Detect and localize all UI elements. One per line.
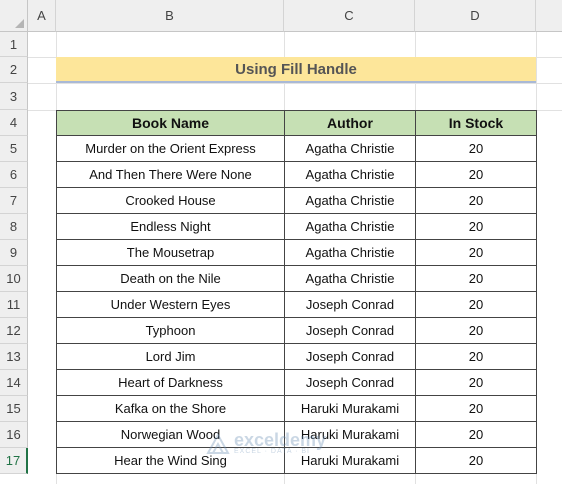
in-stock-cell[interactable]: 20 bbox=[415, 317, 537, 344]
column-header-e[interactable] bbox=[536, 0, 562, 32]
book-name-cell[interactable]: Under Western Eyes bbox=[56, 291, 285, 318]
row-header-1[interactable]: 1 bbox=[0, 32, 28, 57]
column-header-b[interactable]: B bbox=[56, 0, 284, 32]
table-row: The Mousetrap Agatha Christie 20 bbox=[56, 239, 537, 266]
row-header-4[interactable]: 4 bbox=[0, 110, 28, 136]
row-header-10[interactable]: 10 bbox=[0, 266, 28, 292]
table-header-row: Book Name Author In Stock bbox=[56, 110, 537, 136]
row-header-15[interactable]: 15 bbox=[0, 396, 28, 422]
in-stock-cell[interactable]: 20 bbox=[415, 265, 537, 292]
row-header-6[interactable]: 6 bbox=[0, 162, 28, 188]
book-name-cell[interactable]: Death on the Nile bbox=[56, 265, 285, 292]
author-cell[interactable]: Agatha Christie bbox=[284, 135, 416, 162]
author-cell[interactable]: Agatha Christie bbox=[284, 213, 416, 240]
row-header-9[interactable]: 9 bbox=[0, 240, 28, 266]
table-row: Kafka on the Shore Haruki Murakami 20 bbox=[56, 395, 537, 422]
book-name-cell[interactable]: Murder on the Orient Express bbox=[56, 135, 285, 162]
author-cell[interactable]: Agatha Christie bbox=[284, 265, 416, 292]
in-stock-cell[interactable]: 20 bbox=[415, 213, 537, 240]
sheet-title[interactable]: Using Fill Handle bbox=[56, 57, 536, 83]
table-row: Hear the Wind Sing Haruki Murakami 20 bbox=[56, 447, 537, 474]
column-header-a[interactable]: A bbox=[28, 0, 56, 32]
row-header-16[interactable]: 16 bbox=[0, 422, 28, 448]
author-cell[interactable]: Joseph Conrad bbox=[284, 343, 416, 370]
row-header-3[interactable]: 3 bbox=[0, 83, 28, 110]
header-in-stock[interactable]: In Stock bbox=[415, 110, 537, 136]
author-cell[interactable]: Haruki Murakami bbox=[284, 447, 416, 474]
author-cell[interactable]: Agatha Christie bbox=[284, 187, 416, 214]
author-cell[interactable]: Haruki Murakami bbox=[284, 421, 416, 448]
table-row: Murder on the Orient Express Agatha Chris… bbox=[56, 135, 537, 162]
table-row: Lord Jim Joseph Conrad 20 bbox=[56, 343, 537, 370]
author-cell[interactable]: Joseph Conrad bbox=[284, 291, 416, 318]
table-row: Typhoon Joseph Conrad 20 bbox=[56, 317, 537, 344]
row-header-5[interactable]: 5 bbox=[0, 136, 28, 162]
row-header-12[interactable]: 12 bbox=[0, 318, 28, 344]
column-header-c[interactable]: C bbox=[284, 0, 415, 32]
in-stock-cell[interactable]: 20 bbox=[415, 343, 537, 370]
in-stock-cell[interactable]: 20 bbox=[415, 447, 537, 474]
book-name-cell[interactable]: Typhoon bbox=[56, 317, 285, 344]
author-cell[interactable]: Agatha Christie bbox=[284, 161, 416, 188]
spreadsheet: A B C D 1 2 3 4 5 6 7 8 9 10 11 12 13 14 15 16 17 Using … bbox=[0, 0, 562, 484]
book-name-cell[interactable]: Lord Jim bbox=[56, 343, 285, 370]
book-name-cell[interactable]: Hear the Wind Sing bbox=[56, 447, 285, 474]
header-book-name[interactable]: Book Name bbox=[56, 110, 285, 136]
table-row: Death on the Nile Agatha Christie 20 bbox=[56, 265, 537, 292]
row-header-8[interactable]: 8 bbox=[0, 214, 28, 240]
book-name-cell[interactable]: Norwegian Wood bbox=[56, 421, 285, 448]
in-stock-cell[interactable]: 20 bbox=[415, 239, 537, 266]
row-header-17[interactable]: 17 bbox=[0, 448, 28, 474]
table-row: Endless Night Agatha Christie 20 bbox=[56, 213, 537, 240]
select-all-corner[interactable] bbox=[0, 0, 28, 32]
in-stock-cell[interactable]: 20 bbox=[415, 369, 537, 396]
table-row: Heart of Darkness Joseph Conrad 20 bbox=[56, 369, 537, 396]
row-header-13[interactable]: 13 bbox=[0, 344, 28, 370]
book-name-cell[interactable]: Crooked House bbox=[56, 187, 285, 214]
book-name-cell[interactable]: Endless Night bbox=[56, 213, 285, 240]
table-row: Norwegian Wood Haruki Murakami 20 bbox=[56, 421, 537, 448]
header-author[interactable]: Author bbox=[284, 110, 416, 136]
row-header-14[interactable]: 14 bbox=[0, 370, 28, 396]
table-row: Crooked House Agatha Christie 20 bbox=[56, 187, 537, 214]
in-stock-cell[interactable]: 20 bbox=[415, 395, 537, 422]
table-row: Under Western Eyes Joseph Conrad 20 bbox=[56, 291, 537, 318]
gridline-horizontal bbox=[28, 83, 562, 84]
book-name-cell[interactable]: Heart of Darkness bbox=[56, 369, 285, 396]
select-all-triangle-icon bbox=[15, 19, 24, 28]
book-name-cell[interactable]: And Then There Were None bbox=[56, 161, 285, 188]
row-header-11[interactable]: 11 bbox=[0, 292, 28, 318]
book-name-cell[interactable]: Kafka on the Shore bbox=[56, 395, 285, 422]
column-header-d[interactable]: D bbox=[415, 0, 536, 32]
book-name-cell[interactable]: The Mousetrap bbox=[56, 239, 285, 266]
author-cell[interactable]: Agatha Christie bbox=[284, 239, 416, 266]
in-stock-cell[interactable]: 20 bbox=[415, 187, 537, 214]
row-header-7[interactable]: 7 bbox=[0, 188, 28, 214]
in-stock-cell[interactable]: 20 bbox=[415, 161, 537, 188]
in-stock-cell[interactable]: 20 bbox=[415, 421, 537, 448]
author-cell[interactable]: Haruki Murakami bbox=[284, 395, 416, 422]
author-cell[interactable]: Joseph Conrad bbox=[284, 369, 416, 396]
author-cell[interactable]: Joseph Conrad bbox=[284, 317, 416, 344]
row-header-2[interactable]: 2 bbox=[0, 57, 28, 83]
in-stock-cell[interactable]: 20 bbox=[415, 291, 537, 318]
in-stock-cell[interactable]: 20 bbox=[415, 135, 537, 162]
books-table: Book Name Author In Stock Murder on the … bbox=[56, 110, 537, 474]
table-row: And Then There Were None Agatha Christie 2… bbox=[56, 161, 537, 188]
